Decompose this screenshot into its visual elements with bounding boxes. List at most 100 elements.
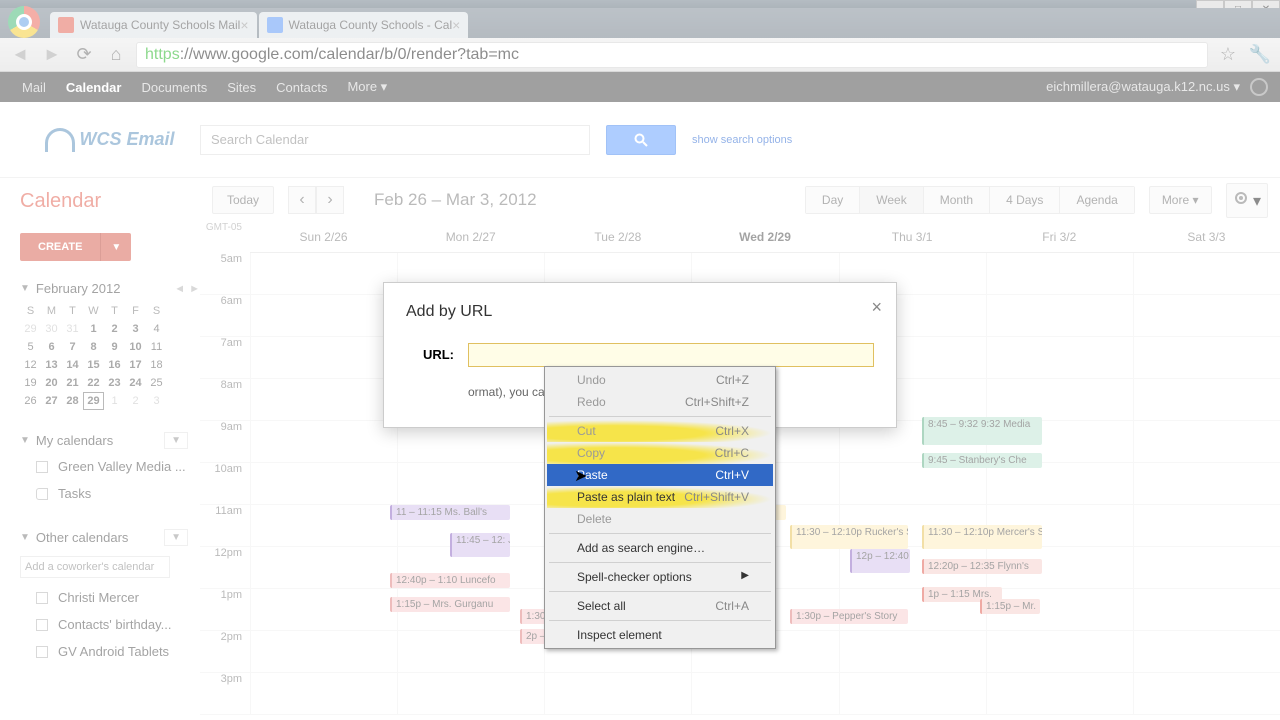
calendar-item[interactable]: Christi Mercer: [20, 584, 200, 611]
event[interactable]: 1:15p – Mrs. Gurganu: [390, 597, 510, 612]
add-coworker-input[interactable]: [20, 556, 170, 578]
close-icon[interactable]: ×: [871, 297, 882, 318]
ctx-inspect-element[interactable]: Inspect element: [547, 624, 773, 646]
search-button[interactable]: [606, 125, 676, 155]
event[interactable]: 11 – 11:15 Ms. Ball's: [390, 505, 510, 520]
caret-toggle-icon[interactable]: ▼: [20, 283, 30, 294]
event[interactable]: 1:30p – Pepper's Story: [790, 609, 908, 624]
close-icon[interactable]: ×: [240, 17, 248, 33]
tab-mail[interactable]: Watauga County Schools Mail ×: [50, 12, 257, 38]
wrench-icon[interactable]: 🔧: [1248, 43, 1272, 67]
day-header[interactable]: Sun 2/26: [250, 222, 397, 252]
prev-month-button[interactable]: ◄: [174, 283, 185, 295]
back-button[interactable]: ◄: [8, 43, 32, 67]
gbar-more[interactable]: More ▾: [337, 79, 397, 95]
today-button[interactable]: Today: [212, 186, 274, 214]
calendar-checkbox[interactable]: [36, 592, 48, 604]
search-options-link[interactable]: show search options: [692, 134, 792, 146]
day-header[interactable]: Fri 3/2: [986, 222, 1133, 252]
google-bar: Mail Calendar Documents Sites Contacts M…: [0, 72, 1280, 102]
tasks-checkbox[interactable]: [36, 488, 48, 500]
calendar-checkbox[interactable]: [36, 461, 48, 473]
event[interactable]: 12:40p – 1:10 Luncefo: [390, 573, 510, 588]
ctx-select-all[interactable]: Select allCtrl+A: [547, 595, 773, 617]
gbar-mail[interactable]: Mail: [12, 80, 56, 95]
next-month-button[interactable]: ►: [189, 283, 200, 295]
modal-title: Add by URL: [406, 303, 874, 321]
calendar-item[interactable]: Contacts' birthday...: [20, 611, 200, 638]
separator: [549, 620, 771, 621]
calendar-icon: [267, 17, 283, 33]
close-icon[interactable]: ×: [452, 17, 460, 33]
chevron-down-icon[interactable]: ▼: [164, 529, 188, 546]
gbar-documents[interactable]: Documents: [131, 80, 217, 95]
day-header-today[interactable]: Wed 2/29: [691, 222, 838, 252]
calendar-toolbar: Today ‹ › Feb 26 – Mar 3, 2012 Day Week …: [200, 178, 1280, 222]
forward-button: ►: [40, 43, 64, 67]
day-header[interactable]: Mon 2/27: [397, 222, 544, 252]
month-nav: ▼ February 2012 ◄ ►: [20, 281, 200, 296]
calendar-checkbox[interactable]: [36, 646, 48, 658]
home-button[interactable]: ⌂: [104, 43, 128, 67]
event[interactable]: 11:30 – 12:10p Mercer's Story and: [922, 525, 1042, 549]
ctx-delete[interactable]: Delete: [547, 508, 773, 530]
url-input-wrap[interactable]: https://www.google.com/calendar/b/0/rend…: [136, 42, 1208, 68]
calendar-title: Calendar: [20, 190, 200, 213]
month-label: February 2012: [36, 281, 121, 296]
calendar-item[interactable]: Green Valley Media ...: [20, 453, 200, 480]
event[interactable]: 12p – 12:40 MS BOB: [850, 549, 910, 573]
chevron-down-icon[interactable]: ▼: [164, 432, 188, 449]
search-input[interactable]: [200, 125, 590, 155]
day-header[interactable]: Tue 2/28: [544, 222, 691, 252]
next-week-button[interactable]: ›: [316, 186, 344, 214]
view-agenda[interactable]: Agenda: [1060, 187, 1133, 213]
url-input[interactable]: [468, 343, 874, 367]
calendar-item[interactable]: Tasks: [20, 480, 200, 507]
more-button[interactable]: More ▾: [1149, 186, 1212, 214]
view-week[interactable]: Week: [860, 187, 923, 213]
other-calendars-header[interactable]: ▼ Other calendars ▼: [20, 525, 200, 550]
event[interactable]: 12:20p – 12:35 Flynn's: [922, 559, 1042, 574]
day-header[interactable]: Sat 3/3: [1133, 222, 1280, 252]
create-button[interactable]: CREATE: [20, 233, 100, 261]
gbar-calendar[interactable]: Calendar: [56, 80, 132, 95]
url-label: URL:: [406, 343, 454, 362]
tab-calendar[interactable]: Watauga County Schools - Cal ×: [259, 12, 469, 38]
ctx-add-search-engine[interactable]: Add as search engine…: [547, 537, 773, 559]
gbar-contacts[interactable]: Contacts: [266, 80, 337, 95]
sidebar: Calendar CREATE ▼ ▼ February 2012 ◄ ► S …: [0, 178, 200, 720]
event[interactable]: 8:45 – 9:32 9:32 Media: [922, 417, 1042, 445]
ctx-cut[interactable]: CutCtrl+X: [547, 420, 773, 442]
settings-button[interactable]: ▾: [1226, 183, 1268, 218]
prev-week-button[interactable]: ‹: [288, 186, 316, 214]
ctx-spell-checker[interactable]: Spell-checker options▶: [547, 566, 773, 588]
view-4days[interactable]: 4 Days: [990, 187, 1060, 213]
view-month[interactable]: Month: [924, 187, 990, 213]
wcs-logo: WCS Email: [40, 115, 180, 165]
mini-calendar[interactable]: S M T W T F S 2930311234 567891011 12131…: [20, 302, 200, 410]
bookmark-icon[interactable]: ☆: [1216, 43, 1240, 67]
reload-button[interactable]: ⟳: [72, 43, 96, 67]
create-dropdown-button[interactable]: ▼: [100, 233, 131, 261]
event[interactable]: 11:45 – 12: Jr. BOB: [450, 533, 510, 557]
calendar-checkbox[interactable]: [36, 619, 48, 631]
event[interactable]: 9:45 – Stanbery's Che: [922, 453, 1042, 468]
gbar-sites[interactable]: Sites: [217, 80, 266, 95]
view-day[interactable]: Day: [806, 187, 860, 213]
caret-toggle-icon: ▼: [20, 435, 30, 446]
separator: [549, 533, 771, 534]
url-bar: ◄ ► ⟳ ⌂ https://www.google.com/calendar/…: [0, 38, 1280, 72]
day-header[interactable]: Thu 3/1: [839, 222, 986, 252]
event[interactable]: 11:30 – 12:10p Rucker's Stor: [790, 525, 908, 549]
separator: [549, 562, 771, 563]
ctx-copy[interactable]: CopyCtrl+C: [547, 442, 773, 464]
gear-icon[interactable]: [1250, 78, 1268, 96]
user-email[interactable]: eichmillera@watauga.k12.nc.us ▾: [1046, 79, 1240, 95]
calendar-item[interactable]: GV Android Tablets: [20, 638, 200, 665]
ctx-paste-plain[interactable]: Paste as plain textCtrl+Shift+V: [547, 486, 773, 508]
tab-label: Watauga County Schools Mail: [80, 18, 240, 32]
event[interactable]: 1:15p – Mr.: [980, 599, 1040, 614]
my-calendars-header[interactable]: ▼ My calendars ▼: [20, 428, 200, 453]
ctx-redo[interactable]: RedoCtrl+Shift+Z: [547, 391, 773, 413]
ctx-undo[interactable]: UndoCtrl+Z: [547, 369, 773, 391]
